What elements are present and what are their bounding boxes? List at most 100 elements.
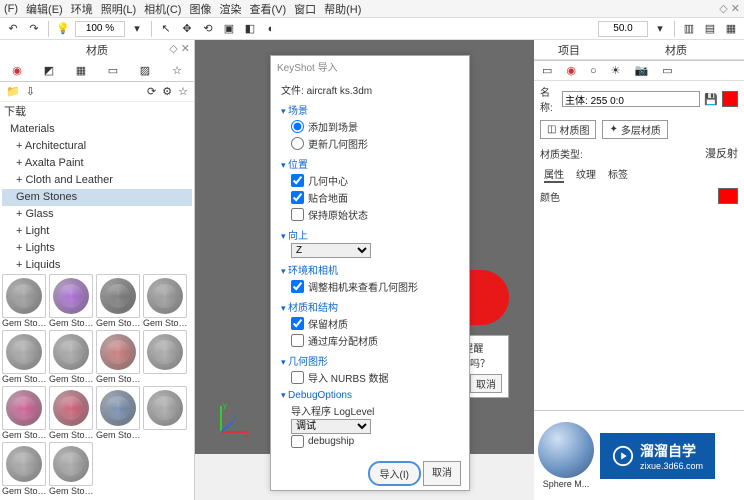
panel3-icon[interactable]: ▦ — [722, 20, 740, 38]
check-lib-mat[interactable]: 通过库分配材质 — [281, 332, 459, 349]
tab-material-icon[interactable]: ◉ — [566, 64, 576, 77]
material-thumb[interactable]: Gem Stone S... — [2, 442, 49, 498]
rotate-icon[interactable]: ⟲ — [199, 20, 217, 38]
radio-add-to-scene[interactable]: 添加到场景 — [281, 118, 459, 135]
tree-item[interactable]: + Axalta Paint — [2, 155, 192, 172]
tree-item[interactable]: + Lights — [2, 240, 192, 257]
tab-image-icon[interactable]: ▭ — [662, 64, 672, 77]
save-mat-icon[interactable]: 💾 — [704, 93, 718, 106]
close-icon[interactable]: ◇ ✕ — [719, 2, 740, 15]
check-debugship[interactable]: debugship — [281, 434, 459, 449]
material-thumb[interactable]: Gem Stone Cr... — [143, 274, 190, 330]
filter-icon[interactable]: ⚙ — [162, 85, 172, 98]
tab-backplate-icon[interactable]: ▭ — [106, 63, 120, 79]
dropdown-icon[interactable]: ▾ — [128, 20, 146, 38]
check-center[interactable]: 几何中心 — [281, 172, 459, 189]
color-swatch-main[interactable] — [722, 91, 738, 107]
tree-item[interactable]: + Liquids — [2, 257, 192, 272]
tree-item[interactable]: + Architectural — [2, 138, 192, 155]
check-keep-orig[interactable]: 保持原始状态 — [281, 206, 459, 223]
material-thumb[interactable]: Gem Stone Sa... — [96, 386, 143, 442]
tab-scene-icon[interactable]: ▭ — [542, 64, 552, 77]
menu-file[interactable]: (F) — [4, 3, 18, 15]
check-ground[interactable]: 贴合地面 — [281, 189, 459, 206]
cancel-button[interactable]: 取消 — [423, 461, 461, 486]
menu-env[interactable]: 环境 — [71, 1, 93, 17]
camera-icon[interactable]: ▣ — [220, 20, 238, 38]
radio-update-geom[interactable]: 更新几何图形 — [281, 135, 459, 152]
tool5-icon[interactable]: ◧ — [241, 20, 259, 38]
menu-view[interactable]: 查看(V) — [249, 1, 286, 17]
redo-icon[interactable]: ↷ — [25, 20, 43, 38]
tab-labels[interactable]: 标签 — [608, 166, 628, 183]
multilayer-button[interactable]: ✦多层材质 — [602, 120, 667, 139]
name-input[interactable] — [562, 91, 700, 107]
menu-image[interactable]: 图像 — [189, 1, 211, 17]
tree-item[interactable]: + Glass — [2, 206, 192, 223]
section-debug[interactable]: DebugOptions — [281, 386, 459, 402]
panel2-icon[interactable]: ▤ — [701, 20, 719, 38]
menu-camera[interactable]: 相机(C) — [144, 1, 181, 17]
color-swatch[interactable] — [718, 188, 738, 204]
menu-light[interactable]: 照明(L) — [101, 1, 136, 17]
tab-env2-icon[interactable]: ○ — [590, 65, 597, 77]
material-thumb[interactable]: Gem Stone C... — [96, 274, 143, 330]
import-button[interactable]: 导入(I) — [368, 461, 421, 486]
check-adjust-cam[interactable]: 调整相机来查看几何图形 — [281, 278, 459, 295]
material-graph-button[interactable]: ◫材质图 — [540, 120, 596, 139]
folder-add-icon[interactable]: 📁 — [6, 85, 20, 98]
check-nurbs[interactable]: 导入 NURBS 数据 — [281, 369, 459, 386]
star-icon[interactable]: ☆ — [178, 85, 188, 98]
zoom-input[interactable] — [75, 21, 125, 37]
refresh-icon[interactable]: ⟳ — [147, 85, 156, 98]
tab-fav-icon[interactable]: ☆ — [170, 63, 184, 79]
menu-render[interactable]: 渲染 — [219, 1, 241, 17]
loglevel-select[interactable]: 调试 — [291, 419, 371, 434]
cursor-icon[interactable]: ↖ — [157, 20, 175, 38]
tab-texture-icon[interactable]: ▨ — [138, 63, 152, 79]
fps-input[interactable] — [598, 21, 648, 37]
menu-help[interactable]: 帮助(H) — [324, 1, 361, 17]
tree-item[interactable]: + Light — [2, 223, 192, 240]
menu-window[interactable]: 窗口 — [294, 1, 316, 17]
undock-icon[interactable]: ◇ ✕ — [169, 42, 190, 55]
material-thumb[interactable]: Gem Stone T... — [49, 442, 96, 498]
material-thumb[interactable]: Gem Stone R... — [2, 386, 49, 442]
type-value[interactable]: 漫反射 — [705, 145, 738, 161]
tab-materials-icon[interactable]: ◉ — [10, 63, 24, 79]
tab-light2-icon[interactable]: ☀ — [611, 64, 621, 77]
section-geometry[interactable]: 几何图形 — [281, 349, 459, 369]
panel1-icon[interactable]: ▥ — [680, 20, 698, 38]
material-thumb[interactable]: Gem Stone Di... — [49, 330, 96, 386]
dropdown2-icon[interactable]: ▾ — [651, 20, 669, 38]
save-cancel-button[interactable]: 取消 — [470, 374, 502, 393]
material-thumb[interactable]: Gem Stone R... — [49, 386, 96, 442]
tab-textures[interactable]: 纹理 — [576, 166, 596, 183]
sphere-preview[interactable] — [538, 422, 594, 478]
material-thumb[interactable] — [143, 330, 190, 386]
menu-edit[interactable]: 编辑(E) — [26, 1, 63, 17]
section-scene[interactable]: 场景 — [281, 98, 459, 118]
move-icon[interactable]: ✥ — [178, 20, 196, 38]
import-icon[interactable]: ⇩ — [26, 85, 35, 98]
undo-icon[interactable]: ↶ — [4, 20, 22, 38]
tab-cam-icon[interactable]: 📷 — [635, 64, 649, 77]
tree-root[interactable]: 下载 — [2, 104, 192, 121]
material-thumb[interactable]: Gem Stone A... — [49, 274, 96, 330]
tab-properties[interactable]: 属性 — [544, 166, 564, 183]
tab-env-icon[interactable]: ▦ — [74, 63, 88, 79]
tree-item[interactable]: Gem Stones — [2, 189, 192, 206]
check-keep-mat[interactable]: 保留材质 — [281, 315, 459, 332]
material-thumb[interactable] — [143, 386, 190, 442]
section-env-cam[interactable]: 环境和相机 — [281, 258, 459, 278]
tree-item[interactable]: + Cloth and Leather — [2, 172, 192, 189]
section-up[interactable]: 向上 — [281, 223, 459, 243]
material-thumb[interactable]: Gem Stone Fir... — [96, 330, 143, 386]
material-thumb[interactable]: Gem Stone A... — [2, 274, 49, 330]
light-icon[interactable]: 💡 — [54, 20, 72, 38]
material-thumb[interactable]: Gem Stone Di... — [2, 330, 49, 386]
tree-materials[interactable]: Materials — [2, 121, 192, 138]
section-position[interactable]: 位置 — [281, 152, 459, 172]
tab-colors-icon[interactable]: ◩ — [42, 63, 56, 79]
tool6-icon[interactable]: ◐ — [262, 20, 280, 38]
